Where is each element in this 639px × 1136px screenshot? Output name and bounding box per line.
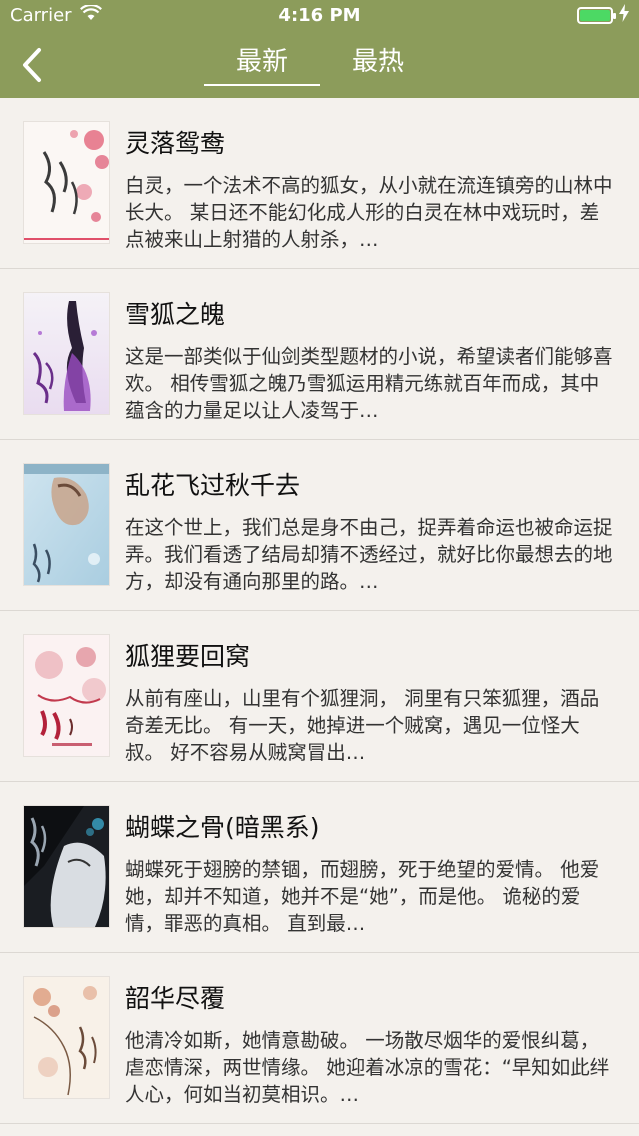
nav-bar: 最新 最热 — [0, 32, 639, 98]
book-list: 灵落鸳鸯 白灵，一个法术不高的狐女，从小就在流连镇旁的山林中长大。 某日还不能幻… — [0, 98, 639, 1124]
tab-latest[interactable]: 最新 — [204, 42, 320, 86]
charging-icon — [619, 4, 629, 27]
book-description: 在这个世上，我们总是身不由己，捉弄着命运也被命运捉弄。我们看透了结局却猜不透经过… — [125, 516, 613, 593]
book-cover — [23, 634, 110, 757]
book-title: 蝴蝶之骨(暗黑系) — [125, 813, 320, 842]
book-row[interactable]: 蝴蝶之骨(暗黑系) 蝴蝶死于翅膀的禁锢，而翅膀，死于绝望的爱情。 他爱她，却并不… — [0, 782, 639, 953]
book-row[interactable]: 狐狸要回窝 从前有座山，山里有个狐狸洞， 洞里有只笨狐狸，酒品奇差无比。 有一天… — [0, 611, 639, 782]
book-title: 灵落鸳鸯 — [125, 129, 226, 158]
status-bar: Carrier 4:16 PM — [0, 0, 639, 32]
book-description: 白灵，一个法术不高的狐女，从小就在流连镇旁的山林中长大。 某日还不能幻化成人形的… — [125, 174, 613, 251]
book-cover — [23, 976, 110, 1099]
battery-icon — [577, 7, 616, 24]
book-description: 从前有座山，山里有个狐狸洞， 洞里有只笨狐狸，酒品奇差无比。 有一天，她掉进一个… — [125, 687, 600, 764]
book-title: 乱花飞过秋千去 — [125, 471, 301, 500]
book-row[interactable]: 韶华尽覆 他清冷如斯，她情意勘破。 一场散尽烟华的爱恨纠葛，虐恋情深，两世情缘。… — [0, 953, 639, 1124]
tab-hot[interactable]: 最热 — [330, 42, 426, 86]
book-row[interactable]: 灵落鸳鸯 白灵，一个法术不高的狐女，从小就在流连镇旁的山林中长大。 某日还不能幻… — [0, 98, 639, 269]
tab-bar: 最新 最热 — [0, 32, 639, 98]
book-row[interactable]: 雪狐之魄 这是一部类似于仙剑类型题材的小说，希望读者们能够喜欢。 相传雪狐之魄乃… — [0, 269, 639, 440]
header: Carrier 4:16 PM 最新 最热 — [0, 0, 639, 98]
book-title: 狐狸要回窝 — [125, 642, 251, 671]
book-cover — [23, 805, 110, 928]
battery-fill — [580, 10, 610, 21]
book-description: 蝴蝶死于翅膀的禁锢，而翅膀，死于绝望的爱情。 他爱她，却并不知道，她并不是“她”… — [125, 858, 600, 935]
book-title: 雪狐之魄 — [125, 300, 226, 329]
book-description: 这是一部类似于仙剑类型题材的小说，希望读者们能够喜欢。 相传雪狐之魄乃雪狐运用精… — [125, 345, 613, 422]
book-cover — [23, 463, 110, 586]
status-right — [577, 4, 629, 27]
book-title: 韶华尽覆 — [125, 984, 226, 1013]
status-time: 4:16 PM — [278, 5, 361, 26]
book-description: 他清冷如斯，她情意勘破。 一场散尽烟华的爱恨纠葛，虐恋情深，两世情缘。 她迎着冰… — [125, 1029, 610, 1106]
book-cover — [23, 292, 110, 415]
book-cover — [23, 121, 110, 244]
book-row[interactable]: 乱花飞过秋千去 在这个世上，我们总是身不由己，捉弄着命运也被命运捉弄。我们看透了… — [0, 440, 639, 611]
